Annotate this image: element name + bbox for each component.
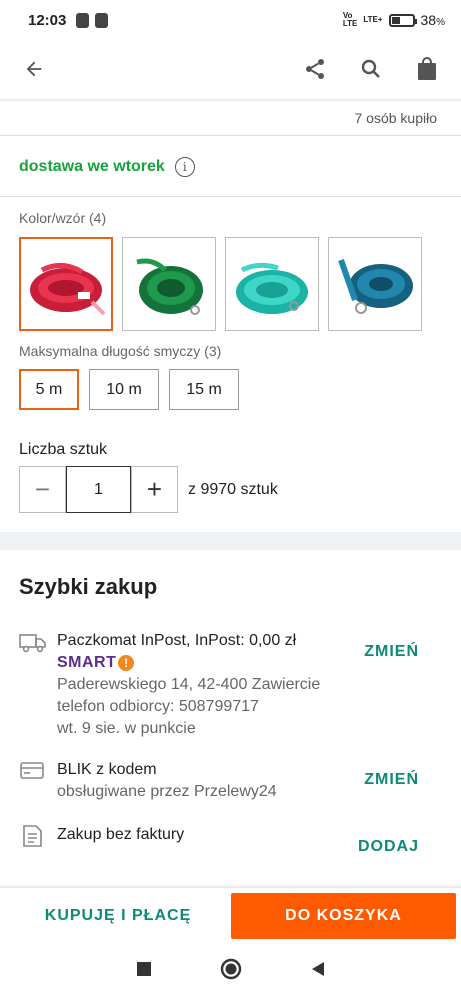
triangle-back-icon	[311, 962, 324, 976]
shipping-row: Paczkomat InPost, InPost: 0,00 zł SMART!…	[19, 630, 439, 740]
shop-notification-icon	[76, 12, 90, 28]
smart-badge: SMART!	[57, 652, 135, 674]
quick-purchase-title: Szybki zakup	[19, 574, 158, 599]
payment-provider: obsługiwane przez Przelewy24	[57, 783, 277, 800]
info-icon[interactable]: i	[174, 157, 195, 177]
network-label: LTE+	[363, 15, 383, 24]
blue-leash-image	[338, 259, 413, 314]
divider	[0, 135, 461, 136]
green-leash-image	[136, 258, 203, 315]
back-nav-button[interactable]	[310, 961, 326, 982]
battery-percent: 38%	[420, 12, 445, 28]
card-icon	[20, 762, 44, 779]
arrow-left-icon	[26, 61, 42, 77]
invoice-text: Zakup bez faktury	[57, 826, 185, 843]
status-bar: 12:03 Vo LTE LTE+ 38%	[0, 0, 461, 40]
length-option-5m[interactable]: 5 m	[19, 369, 79, 410]
status-time: 12:03	[28, 11, 67, 29]
add-invoice-button[interactable]: DODAJ	[358, 838, 419, 856]
search-icon	[361, 59, 380, 78]
color-option-blue[interactable]	[328, 237, 422, 331]
quantity-stepper: − 1 +	[19, 466, 178, 513]
length-option-15m[interactable]: 15 m	[169, 369, 239, 410]
status-right: Vo LTE LTE+ 38%	[342, 11, 445, 29]
buy-now-button[interactable]: KUPUJĘ I PŁACĘ	[18, 893, 218, 939]
smart-exclamation-icon: !	[118, 655, 135, 671]
payment-method: BLIK z kodem	[57, 761, 157, 778]
truck-icon	[19, 634, 46, 653]
length-label: Maksymalna długość smyczy (3)	[19, 343, 222, 359]
app-notification-icon	[95, 12, 109, 28]
square-icon	[136, 962, 151, 976]
shopping-bag-icon	[418, 57, 436, 80]
recipient-phone: telefon odbiorcy: 508799717	[57, 698, 259, 715]
share-button[interactable]	[297, 51, 333, 87]
color-label: Kolor/wzór (4)	[19, 210, 107, 226]
shipping-method: Paczkomat InPost, InPost: 0,00 zł	[57, 632, 297, 649]
home-button[interactable]	[220, 958, 242, 985]
back-button[interactable]	[16, 51, 52, 87]
bottom-action-bar: KUPUJĘ I PŁACĘ DO KOSZYKA	[0, 888, 461, 944]
volte-icon: Vo LTE	[342, 11, 358, 28]
shipping-address: Paderewskiego 14, 42-400 Zawiercie	[57, 676, 321, 693]
appbar-divider	[0, 99, 461, 102]
divider	[0, 196, 461, 197]
circle-icon	[220, 958, 241, 980]
turquoise-leash-image	[236, 262, 308, 314]
search-button[interactable]	[353, 51, 389, 87]
delivery-date: wt. 9 sie. w punkcie	[57, 720, 196, 737]
top-app-bar	[0, 40, 461, 98]
length-option-10m[interactable]: 10 m	[89, 369, 159, 410]
delivery-info: dostawa we wtorek i	[19, 157, 195, 177]
document-icon	[23, 825, 42, 847]
red-leash-image	[30, 263, 106, 316]
decrement-button[interactable]: −	[19, 466, 66, 513]
quantity-input[interactable]: 1	[66, 466, 131, 513]
invoice-row: Zakup bez faktury DODAJ	[19, 824, 439, 864]
cart-button[interactable]	[409, 51, 445, 87]
change-payment-button[interactable]: ZMIEŃ	[364, 771, 419, 789]
color-option-green[interactable]	[122, 237, 216, 331]
length-options: 5 m 10 m 15 m	[19, 369, 239, 410]
battery-icon	[388, 13, 417, 27]
system-nav-bar	[0, 944, 461, 999]
delivery-text: dostawa we wtorek	[19, 158, 165, 175]
add-to-cart-button[interactable]: DO KOSZYKA	[231, 893, 456, 939]
share-icon	[306, 59, 324, 79]
change-shipping-button[interactable]: ZMIEŃ	[364, 643, 419, 661]
color-option-red[interactable]	[19, 237, 113, 331]
quantity-label: Liczba sztuk	[19, 441, 108, 458]
increment-button[interactable]: +	[131, 466, 178, 513]
recents-button[interactable]	[136, 961, 152, 982]
stock-count: z 9970 sztuk	[188, 481, 278, 498]
section-separator	[0, 532, 461, 550]
bought-count: 7 osób kupiło	[354, 110, 437, 126]
color-options	[19, 237, 422, 331]
payment-row: BLIK z kodem obsługiwane przez Przelewy2…	[19, 759, 439, 809]
color-option-turquoise[interactable]	[225, 237, 319, 331]
